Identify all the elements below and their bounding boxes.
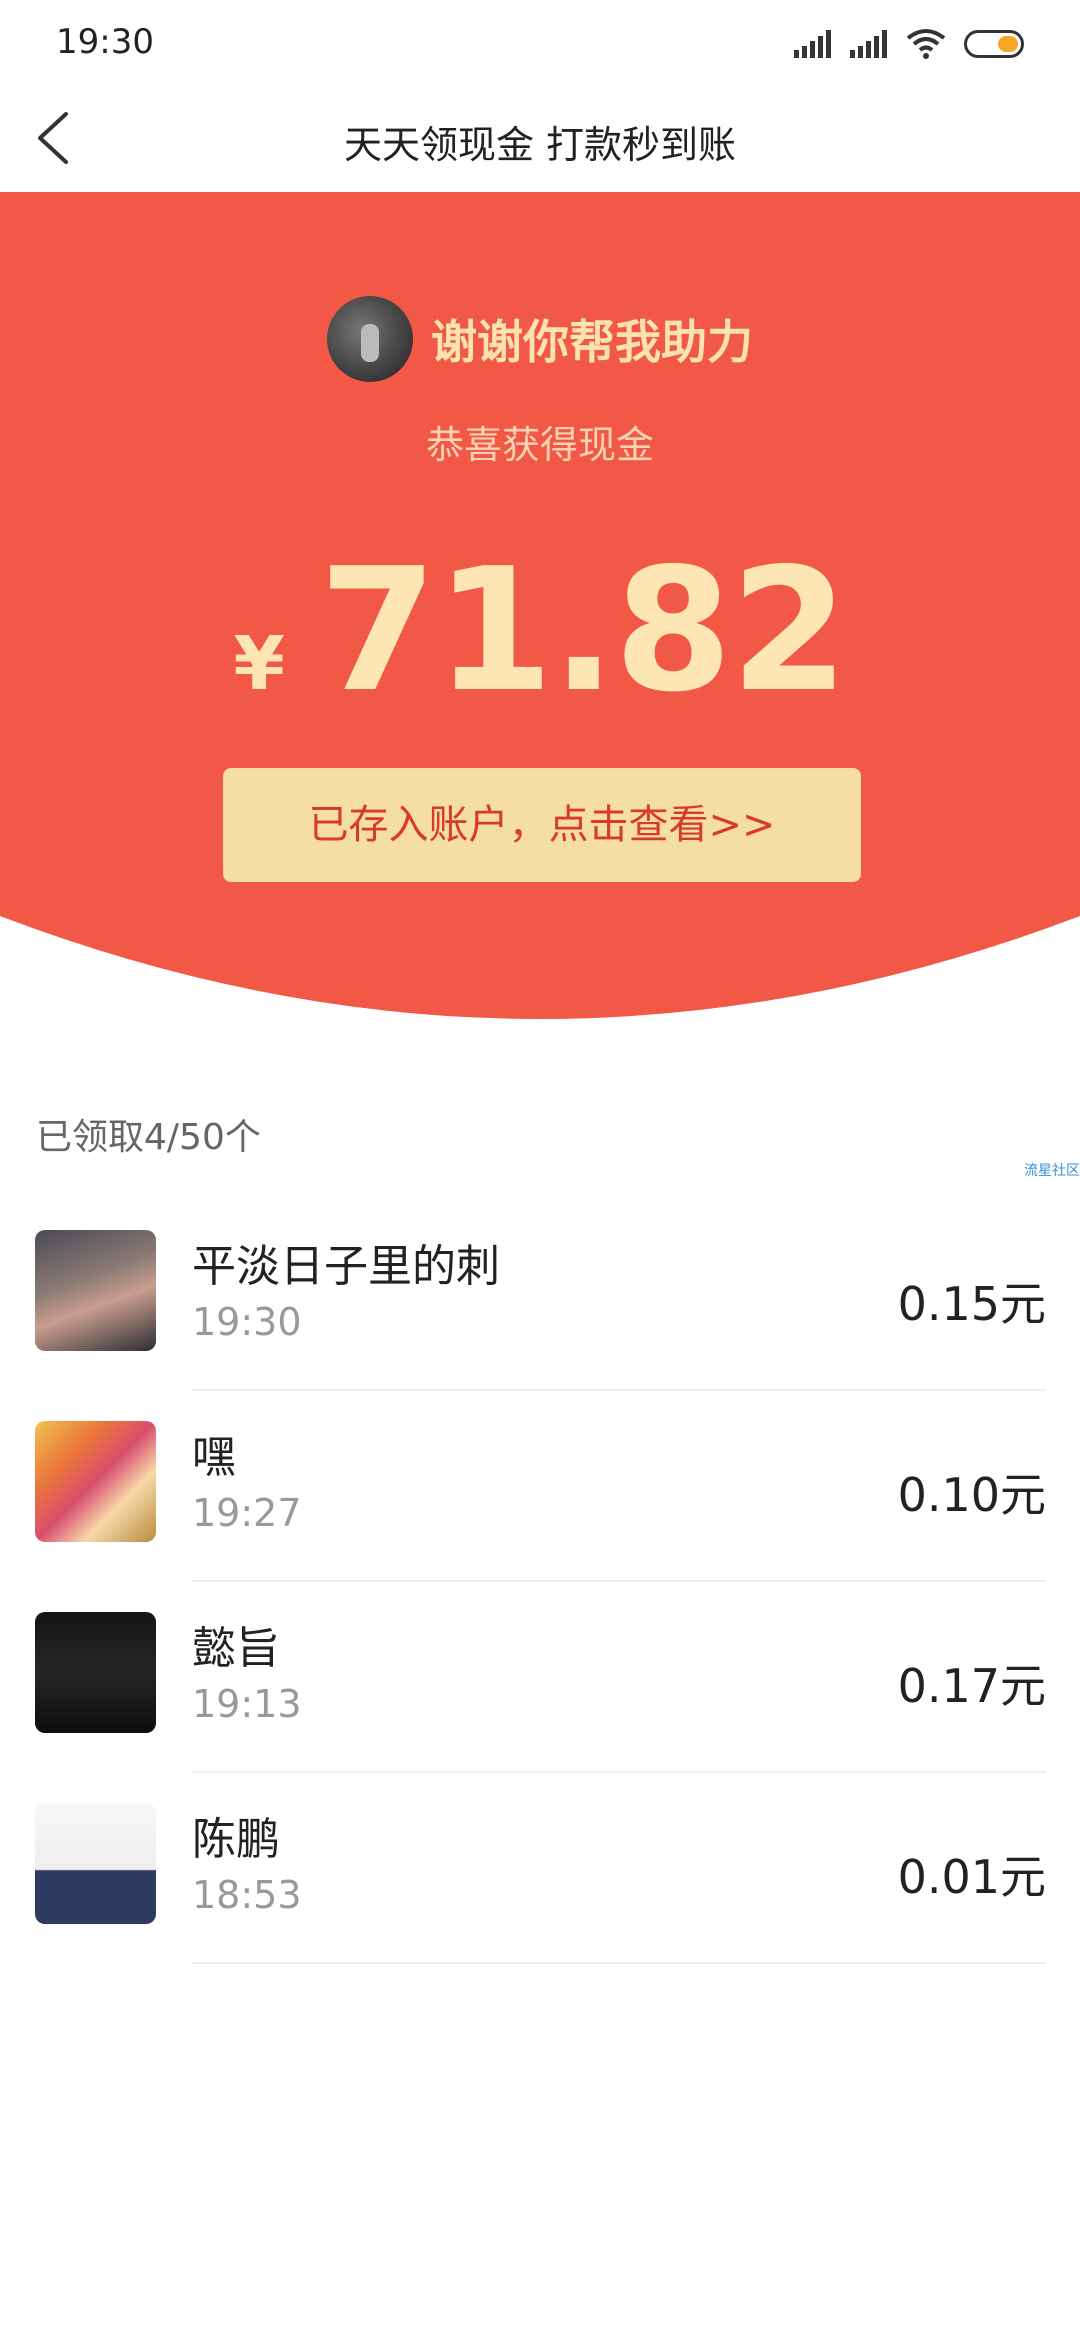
user-name: 嘿 [192,1432,236,1483]
avatar [35,1612,156,1733]
congrats-text: 恭喜获得现金 [425,423,654,467]
claim-time: 19:13 [192,1682,302,1726]
user-name: 懿旨 [192,1623,280,1674]
avatar [35,1230,156,1351]
claim-time: 19:27 [192,1491,302,1535]
header: 天天领现金 打款秒到账 [0,86,1080,192]
currency-symbol: ¥ [233,621,285,707]
view-account-button[interactable]: 已存入账户，点击查看>> [223,768,861,882]
thanks-text: 谢谢你帮我助力 [431,315,753,369]
claim-amount: 0.15元 [897,1277,1046,1331]
list-item[interactable]: 陈鹏 18:53 0.01元 [0,1773,1080,1964]
divider [192,1962,1046,1964]
avatar [327,296,413,382]
thanks-row: 谢谢你帮我助力 [0,296,1080,382]
page-title: 天天领现金 打款秒到账 [343,123,737,167]
avatar [35,1421,156,1542]
avatar [35,1803,156,1924]
list-item[interactable]: 嘿 19:27 0.10元 [0,1391,1080,1582]
claim-amount: 0.10元 [897,1468,1046,1522]
list-item[interactable]: 平淡日子里的刺 19:30 0.15元 [0,1200,1080,1391]
claimed-count: 已领取4/50个 [36,1117,261,1158]
amount-display: ¥ 71.82 [0,532,1080,730]
claim-time: 18:53 [192,1873,302,1917]
reward-amount: 71.82 [318,532,849,730]
status-bar: 19:30 [0,0,1080,86]
list-item[interactable]: 懿旨 19:13 0.17元 [0,1582,1080,1773]
status-time: 19:30 [56,22,154,62]
status-icons [794,26,1024,62]
user-name: 陈鹏 [192,1814,280,1865]
reward-panel: 谢谢你帮我助力 恭喜获得现金 ¥ 71.82 已存入账户，点击查看>> [0,192,1080,1032]
signal-icon-2 [850,30,888,58]
claim-amount: 0.17元 [897,1659,1046,1713]
claim-amount: 0.01元 [897,1850,1046,1904]
battery-icon [964,30,1024,58]
user-name: 平淡日子里的刺 [192,1241,500,1292]
signal-icon [794,30,832,58]
claim-time: 19:30 [192,1300,302,1344]
watermark: 流星社区 [1024,1163,1080,1179]
wifi-icon [906,29,946,59]
claim-list: 平淡日子里的刺 19:30 0.15元 嘿 19:27 0.10元 懿旨 19:… [0,1200,1080,1964]
